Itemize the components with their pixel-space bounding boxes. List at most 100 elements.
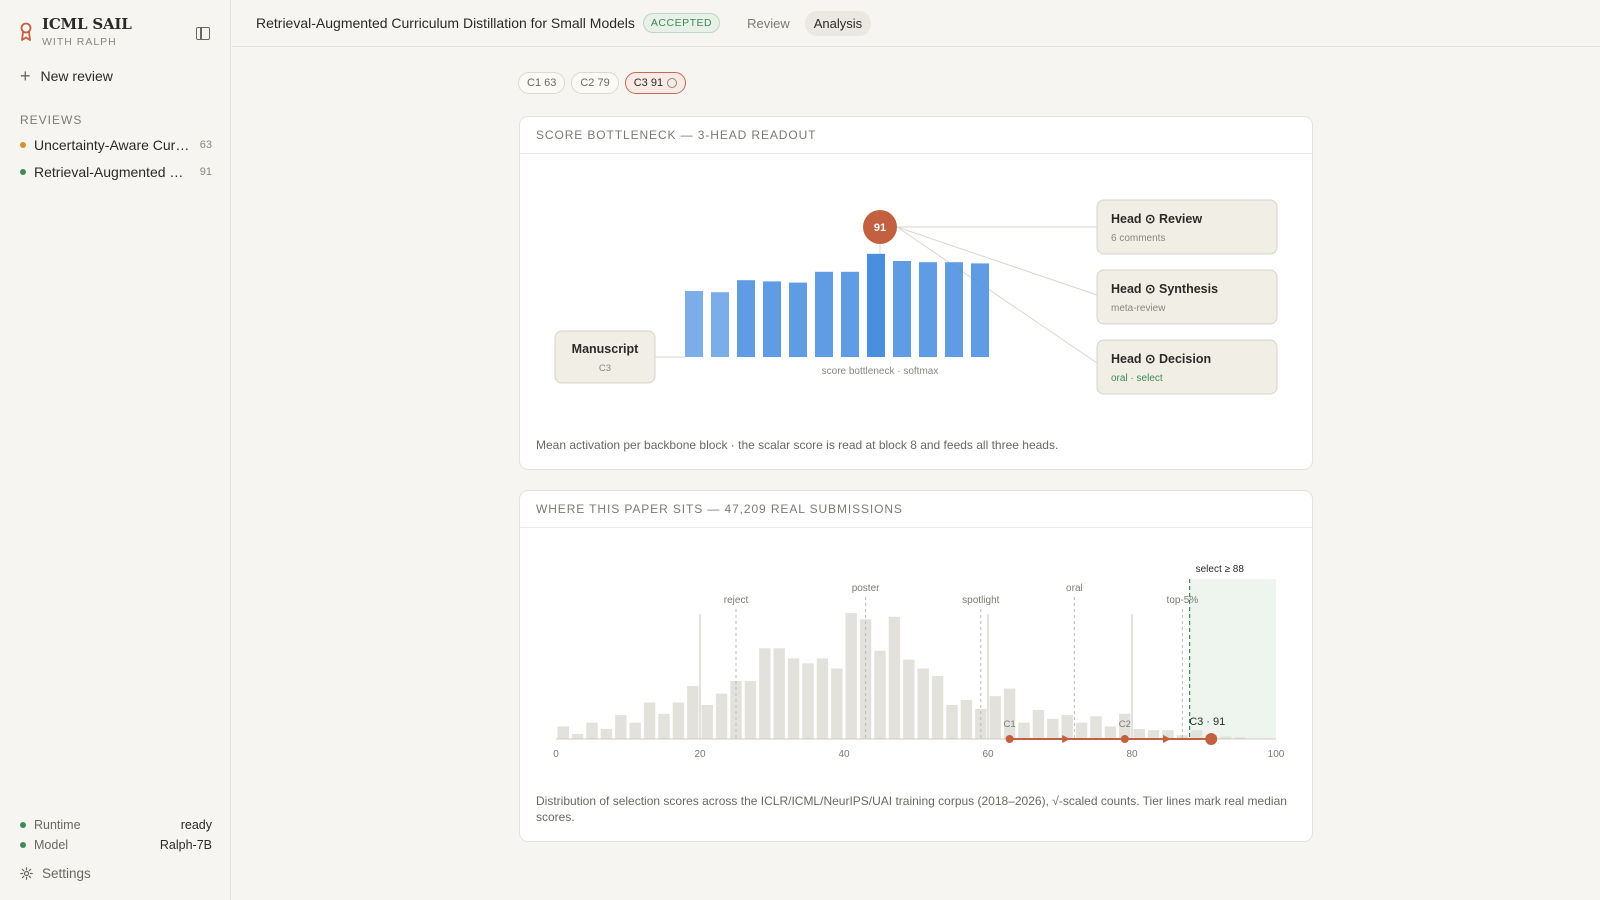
histogram-bar bbox=[917, 668, 929, 739]
histogram-bar bbox=[931, 676, 944, 739]
histogram-bar bbox=[672, 702, 685, 739]
sidebar-review-item[interactable]: Uncertainty-Aware Curriculum Distillatio… bbox=[20, 134, 212, 156]
activation-bar bbox=[945, 262, 963, 357]
tier-label: spotlight bbox=[962, 595, 999, 606]
x-tick-label: 40 bbox=[838, 749, 850, 760]
x-tick-label: 80 bbox=[1126, 749, 1138, 760]
tab-review[interactable]: Review bbox=[738, 11, 799, 36]
manuscript-node bbox=[554, 330, 656, 384]
histogram-bar bbox=[1147, 730, 1160, 739]
histogram-bar bbox=[600, 728, 613, 739]
brand-subtitle: WITH RALPH bbox=[42, 36, 117, 48]
manuscript-sub: C3 bbox=[599, 363, 611, 374]
checkpoint-marker[interactable] bbox=[1120, 735, 1129, 743]
top-bar: Retrieval-Augmented Curriculum Distillat… bbox=[232, 0, 1600, 47]
gear-icon bbox=[20, 867, 33, 880]
score-node-value: 91 bbox=[874, 222, 886, 234]
status-dot bbox=[20, 169, 26, 175]
status-label: Runtime bbox=[34, 818, 81, 832]
head-sub: oral · select bbox=[1111, 373, 1163, 384]
manuscript-label: Manuscript bbox=[572, 342, 640, 356]
histogram-bar bbox=[1003, 688, 1016, 739]
chip-label: C3 91 bbox=[633, 77, 664, 89]
tier-label: poster bbox=[852, 583, 880, 594]
x-tick-label: 20 bbox=[694, 749, 706, 760]
review-title: Uncertainty-Aware Curriculum Distillatio… bbox=[34, 137, 192, 153]
distribution-card: WHERE THIS PAPER SITS — 47,209 REAL SUBM… bbox=[519, 490, 1313, 842]
histogram-bar bbox=[557, 726, 569, 739]
checkpoint-label: C3 · 91 bbox=[1189, 716, 1225, 728]
settings-button[interactable]: Settings bbox=[20, 866, 91, 881]
card-header: SCORE BOTTLENECK — 3-HEAD READOUT bbox=[520, 117, 1312, 154]
activation-bar bbox=[789, 282, 807, 357]
bottleneck-card: SCORE BOTTLENECK — 3-HEAD READOUT Manusc… bbox=[519, 116, 1313, 470]
card-caption: Mean activation per backbone block · the… bbox=[536, 438, 1059, 452]
sidebar: ICML SAIL WITH RALPH + New review REVIEW… bbox=[0, 0, 231, 900]
histogram-bar bbox=[946, 704, 958, 739]
histogram-bar bbox=[759, 648, 771, 739]
plus-icon: + bbox=[20, 66, 31, 86]
histogram-bar bbox=[571, 733, 584, 739]
x-tick-label: 100 bbox=[1268, 749, 1285, 760]
head-sub: meta-review bbox=[1111, 303, 1166, 314]
status-label: Model bbox=[34, 838, 69, 852]
activation-bar bbox=[763, 281, 781, 357]
activation-bar bbox=[815, 271, 833, 357]
page-title: Retrieval-Augmented Curriculum Distillat… bbox=[256, 15, 635, 31]
review-title: Retrieval-Augmented Curriculum Distillat… bbox=[34, 164, 192, 180]
histogram-bar bbox=[687, 686, 699, 739]
histogram-bar bbox=[845, 613, 857, 739]
histogram-bar bbox=[615, 715, 627, 739]
histogram-bar bbox=[802, 663, 814, 739]
histogram-bar bbox=[831, 668, 843, 739]
tier-label: reject bbox=[724, 595, 749, 606]
checkpoint-marker[interactable] bbox=[1005, 735, 1014, 743]
reviews-section-label: REVIEWS bbox=[20, 113, 83, 127]
checkpoint-chips: C1 63 C2 79 C3 91 bbox=[518, 72, 687, 94]
check-circle-icon bbox=[667, 78, 678, 88]
new-review-label: New review bbox=[40, 68, 113, 84]
histogram-bar bbox=[1133, 728, 1145, 739]
histogram-bar bbox=[658, 713, 670, 739]
status-value: ready bbox=[180, 818, 212, 832]
chip-c3[interactable]: C3 91 bbox=[624, 72, 687, 94]
new-review-button[interactable]: + New review bbox=[20, 66, 113, 86]
chip-label: C2 79 bbox=[580, 77, 610, 89]
activation-bar bbox=[737, 280, 755, 357]
histogram-bar bbox=[1032, 710, 1045, 739]
checkpoint-label: C2 bbox=[1119, 719, 1131, 730]
histogram-bar bbox=[874, 650, 886, 739]
card-header: WHERE THIS PAPER SITS — 47,209 REAL SUBM… bbox=[520, 491, 1312, 528]
histogram-bar bbox=[903, 659, 915, 739]
runtime-status: Runtime ready bbox=[20, 818, 212, 832]
threshold-label: select ≥ 88 bbox=[1196, 564, 1245, 575]
histogram-bar bbox=[1090, 716, 1102, 739]
activation-bar bbox=[867, 253, 885, 357]
histogram-bar bbox=[1104, 726, 1117, 739]
head-synthesis[interactable]: Head ⊙ Synthesis meta-review bbox=[1096, 269, 1278, 325]
checkpoint-marker[interactable] bbox=[1205, 733, 1218, 745]
activation-bar bbox=[971, 263, 989, 357]
review-score: 63 bbox=[199, 139, 212, 151]
select-region bbox=[1189, 579, 1276, 739]
model-status: Model Ralph-7B bbox=[20, 838, 212, 852]
histogram-bar bbox=[1018, 722, 1030, 739]
activation-bar bbox=[919, 262, 937, 357]
head-review[interactable]: Head ⊙ Review 6 comments bbox=[1096, 199, 1278, 255]
histogram-bar bbox=[1061, 715, 1073, 739]
histogram-bar bbox=[1191, 730, 1203, 739]
card-caption: Distribution of selection scores across … bbox=[536, 794, 1287, 824]
chip-c1[interactable]: C1 63 bbox=[518, 72, 566, 94]
sidebar-review-item[interactable]: Retrieval-Augmented Curriculum Distillat… bbox=[20, 161, 212, 183]
chip-c2[interactable]: C2 79 bbox=[571, 72, 619, 94]
review-score: 91 bbox=[199, 166, 212, 178]
award-icon bbox=[20, 22, 32, 41]
histogram-bar bbox=[586, 722, 598, 739]
settings-label: Settings bbox=[42, 866, 91, 881]
tab-analysis[interactable]: Analysis bbox=[804, 10, 872, 36]
head-decision[interactable]: Head ⊙ Decision oral · select bbox=[1096, 339, 1278, 395]
histogram-bar bbox=[888, 616, 901, 739]
sidebar-toggle-icon[interactable] bbox=[196, 27, 210, 40]
histogram-bar bbox=[816, 658, 829, 739]
checkpoint-label: C1 bbox=[1004, 719, 1016, 730]
